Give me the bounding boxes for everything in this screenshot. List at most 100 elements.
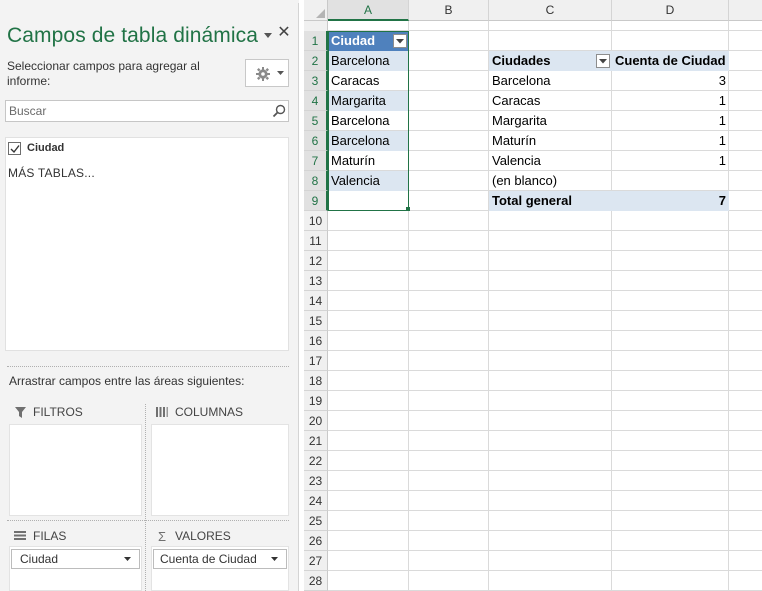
row-gridline xyxy=(328,570,762,571)
pane-top-edge xyxy=(0,0,299,3)
row-header[interactable]: 27 xyxy=(304,551,328,571)
columns-area-header: COLUMNAS xyxy=(155,403,243,421)
row-header[interactable]: 18 xyxy=(304,371,328,391)
columns-icon xyxy=(155,407,169,417)
select-all-triangle-icon xyxy=(316,9,325,18)
row-header[interactable]: 1 xyxy=(304,31,328,51)
row-header[interactable]: 10 xyxy=(304,211,328,231)
gear-icon xyxy=(256,67,270,81)
pane-options-arrow-icon[interactable] xyxy=(262,29,274,41)
chevron-down-icon xyxy=(271,557,278,561)
column-header-c[interactable]: C xyxy=(489,0,612,21)
field-checkbox[interactable] xyxy=(8,141,21,155)
sigma-icon: Σ xyxy=(157,528,167,544)
columns-drop-zone[interactable] xyxy=(151,424,289,516)
row-gridline xyxy=(328,550,762,551)
fill-handle[interactable] xyxy=(406,207,410,211)
row-header[interactable]: 16 xyxy=(304,331,328,351)
rows-area-label: FILAS xyxy=(33,529,67,543)
filters-drop-zone[interactable] xyxy=(9,424,142,516)
search-icon[interactable] xyxy=(272,104,286,118)
row-header[interactable]: 15 xyxy=(304,311,328,331)
filter-dropdown-a1[interactable] xyxy=(393,34,407,48)
pane-divider xyxy=(7,366,289,367)
column-header-e[interactable] xyxy=(729,0,762,21)
cell-a4[interactable]: Margarita xyxy=(328,91,409,111)
pane-subtitle: Seleccionar campos para agregar al infor… xyxy=(7,59,200,88)
pivot-grand-total-value[interactable]: 7 xyxy=(612,191,729,211)
row-header[interactable]: 24 xyxy=(304,491,328,511)
rows-field-dropdown[interactable]: Ciudad xyxy=(11,549,140,569)
row-gridline xyxy=(328,370,762,371)
row-gridline xyxy=(328,330,762,331)
pivot-row-value[interactable]: 3 xyxy=(612,71,729,91)
filters-area-label: FILTROS xyxy=(33,405,83,419)
row-header[interactable]: 4 xyxy=(304,91,328,111)
row-header[interactable]: 9 xyxy=(304,191,328,211)
row-header[interactable]: 14 xyxy=(304,291,328,311)
search-input[interactable] xyxy=(5,100,289,122)
more-tables-link[interactable]: MÁS TABLAS... xyxy=(8,166,95,180)
pivot-row-value[interactable] xyxy=(612,171,729,191)
pivot-row-label[interactable]: Margarita xyxy=(489,111,612,131)
select-all-button[interactable] xyxy=(304,0,328,21)
row-header[interactable]: 21 xyxy=(304,431,328,451)
cell-a7[interactable]: Maturín xyxy=(328,151,409,171)
row-header[interactable]: 17 xyxy=(304,351,328,371)
cell-a3[interactable]: Caracas xyxy=(328,71,409,91)
pivot-row-label[interactable]: Barcelona xyxy=(489,71,612,91)
row-header[interactable]: 12 xyxy=(304,251,328,271)
column-header-a[interactable]: A xyxy=(328,0,409,21)
checkmark-icon xyxy=(10,144,20,153)
row-header[interactable]: 3 xyxy=(304,71,328,91)
row-header[interactable]: 13 xyxy=(304,271,328,291)
cell-a2[interactable]: Barcelona xyxy=(328,51,409,71)
pivot-row-label[interactable]: Caracas xyxy=(489,91,612,111)
row-header[interactable]: 25 xyxy=(304,511,328,531)
pivot-row-label[interactable]: Valencia xyxy=(489,151,612,171)
row-header[interactable]: 7 xyxy=(304,151,328,171)
cell-a6[interactable]: Barcelona xyxy=(328,131,409,151)
worksheet-grid[interactable]: A B C D 1 2 3 4 5 6 7 8 9 10 11 12 13 14 15 16 17 18 19 20 2… xyxy=(304,0,762,591)
cell-a8[interactable]: Valencia xyxy=(328,171,409,191)
drag-fields-hint: Arrastrar campos entre las áreas siguien… xyxy=(9,374,245,388)
tools-button[interactable] xyxy=(245,59,289,87)
values-field-dropdown[interactable]: Cuenta de Ciudad xyxy=(153,549,287,569)
pivot-row-label[interactable]: (en blanco) xyxy=(489,171,612,191)
cell-a5[interactable]: Barcelona xyxy=(328,111,409,131)
pivot-row-filter-button[interactable] xyxy=(596,54,610,68)
pivot-value-header[interactable]: Cuenta de Ciudad xyxy=(612,51,729,71)
chevron-down-icon xyxy=(599,59,607,64)
row-header[interactable]: 11 xyxy=(304,231,328,251)
pivot-row-value[interactable]: 1 xyxy=(612,91,729,111)
pivot-row-value[interactable]: 1 xyxy=(612,131,729,151)
pivot-row-value[interactable]: 1 xyxy=(612,111,729,131)
row-gridline xyxy=(328,410,762,411)
pivot-row-value[interactable]: 1 xyxy=(612,151,729,171)
field-item-ciudad[interactable]: Ciudad xyxy=(8,140,64,156)
row-header[interactable]: 19 xyxy=(304,391,328,411)
values-field-label: Cuenta de Ciudad xyxy=(160,552,257,566)
row-header-gap xyxy=(304,21,328,31)
row-header[interactable]: 2 xyxy=(304,51,328,71)
pivot-row-label-header[interactable]: Ciudades xyxy=(489,51,612,71)
pivot-row-label[interactable]: Maturín xyxy=(489,131,612,151)
row-header[interactable]: 20 xyxy=(304,411,328,431)
columns-area-label: COLUMNAS xyxy=(175,405,244,419)
row-gridline xyxy=(328,430,762,431)
values-area-label: VALORES xyxy=(175,529,231,543)
row-header[interactable]: 8 xyxy=(304,171,328,191)
excel-window: Campos de tabla dinámica ✕ Seleccionar c… xyxy=(0,0,762,591)
column-header-d[interactable]: D xyxy=(612,0,729,21)
pivot-grand-total-label[interactable]: Total general xyxy=(489,191,612,211)
row-header[interactable]: 28 xyxy=(304,571,328,591)
row-header[interactable]: 22 xyxy=(304,451,328,471)
row-header[interactable]: 23 xyxy=(304,471,328,491)
row-header[interactable]: 26 xyxy=(304,531,328,551)
row-header[interactable]: 6 xyxy=(304,131,328,151)
close-icon[interactable]: ✕ xyxy=(277,25,291,41)
row-gridline xyxy=(328,470,762,471)
column-header-b[interactable]: B xyxy=(409,0,489,21)
pivot-fields-pane: Campos de tabla dinámica ✕ Seleccionar c… xyxy=(0,0,299,591)
row-header[interactable]: 5 xyxy=(304,111,328,131)
